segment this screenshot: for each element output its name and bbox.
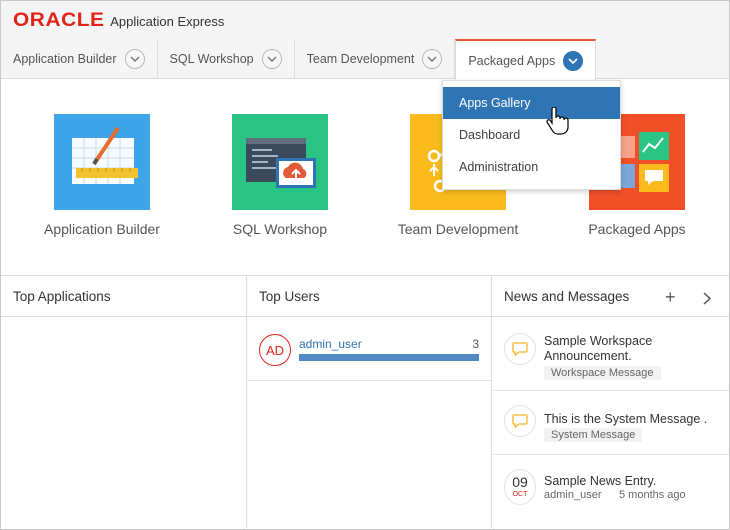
news-and-messages-panel: News and Messages + Sample Workspace Ann…: [492, 276, 729, 530]
oracle-wordmark: ORACLE: [13, 10, 105, 31]
main-nav: Application Builder SQL Workshop Team De…: [1, 39, 597, 80]
menu-item-administration[interactable]: Administration: [443, 151, 620, 183]
menu-item-apps-gallery[interactable]: Apps Gallery: [443, 87, 620, 119]
panel-title: Top Applications: [1, 276, 246, 317]
nav-label: Team Development: [306, 52, 415, 66]
news-title: Sample Workspace Announcement.: [544, 334, 652, 364]
nav-team-development[interactable]: Team Development: [295, 39, 456, 79]
news-item[interactable]: This is the System Message . System Mess…: [492, 391, 729, 455]
user-count: 3: [472, 337, 479, 351]
news-author: admin_user: [544, 489, 602, 501]
nav-label: Application Builder: [13, 52, 117, 66]
nav-label: SQL Workshop: [169, 52, 254, 66]
tile-label[interactable]: Packaged Apps: [557, 221, 717, 237]
top-applications-panel: Top Applications: [1, 276, 247, 530]
chevron-down-icon[interactable]: [124, 49, 145, 69]
chevron-down-icon[interactable]: [261, 49, 282, 69]
speech-bubble-icon: [504, 405, 536, 437]
chevron-down-icon[interactable]: [563, 50, 584, 71]
nav-application-builder[interactable]: Application Builder: [1, 39, 158, 79]
nav-sql-workshop[interactable]: SQL Workshop: [158, 39, 295, 79]
date-day: 09: [512, 474, 528, 490]
user-activity-bar: [299, 354, 479, 361]
brand-logo[interactable]: ORACLE Application Express: [13, 10, 224, 32]
chevron-right-icon[interactable]: [703, 289, 712, 310]
user-name-link[interactable]: admin_user: [299, 337, 362, 351]
tile-label[interactable]: SQL Workshop: [200, 221, 360, 237]
news-title-line: Sample Workspace: [544, 334, 653, 348]
top-header: ORACLE Application Express Application B…: [1, 1, 729, 80]
application-builder-tile[interactable]: [54, 114, 150, 210]
message-type-badge: Workspace Message: [544, 366, 661, 380]
date-badge: 09 OCT: [504, 469, 536, 505]
nav-packaged-apps[interactable]: Packaged Apps: [455, 39, 597, 80]
application-builder-icon: [72, 126, 138, 184]
hand-pointer-icon: [546, 107, 569, 135]
nav-label: Packaged Apps: [468, 53, 556, 68]
sql-workshop-tile[interactable]: [232, 114, 328, 210]
message-type-badge: System Message: [544, 428, 643, 442]
date-month: OCT: [512, 491, 528, 498]
panel-title: News and Messages: [492, 276, 729, 317]
speech-bubble-icon: [504, 333, 536, 365]
dashboard-panels: Top Applications Top Users AD admin_user…: [1, 275, 729, 530]
news-title-line: Announcement.: [544, 349, 632, 363]
news-age: 5 months ago: [619, 489, 686, 501]
tile-label[interactable]: Application Builder: [22, 221, 182, 237]
plus-icon[interactable]: +: [665, 287, 676, 308]
user-activity-bar-fill: [299, 354, 479, 361]
product-name: Application Express: [110, 13, 225, 29]
top-users-panel: Top Users AD admin_user 3: [247, 276, 492, 530]
panel-title: Top Users: [247, 276, 491, 317]
chevron-down-icon[interactable]: [422, 49, 443, 69]
news-title: This is the System Message .: [544, 412, 708, 426]
user-row[interactable]: AD admin_user 3: [247, 317, 491, 381]
avatar: AD: [259, 334, 291, 366]
apex-window: ORACLE Application Express Application B…: [0, 0, 730, 530]
packaged-apps-menu: Apps Gallery Dashboard Administration: [442, 80, 621, 190]
tile-label[interactable]: Team Development: [378, 221, 538, 237]
sql-workshop-icon: [246, 138, 316, 188]
news-item[interactable]: 09 OCT Sample News Entry. admin_user 5 m…: [492, 455, 729, 529]
news-title: Sample News Entry.: [544, 474, 657, 488]
menu-item-dashboard[interactable]: Dashboard: [443, 119, 620, 151]
news-item[interactable]: Sample Workspace Announcement. Workspace…: [492, 317, 729, 391]
